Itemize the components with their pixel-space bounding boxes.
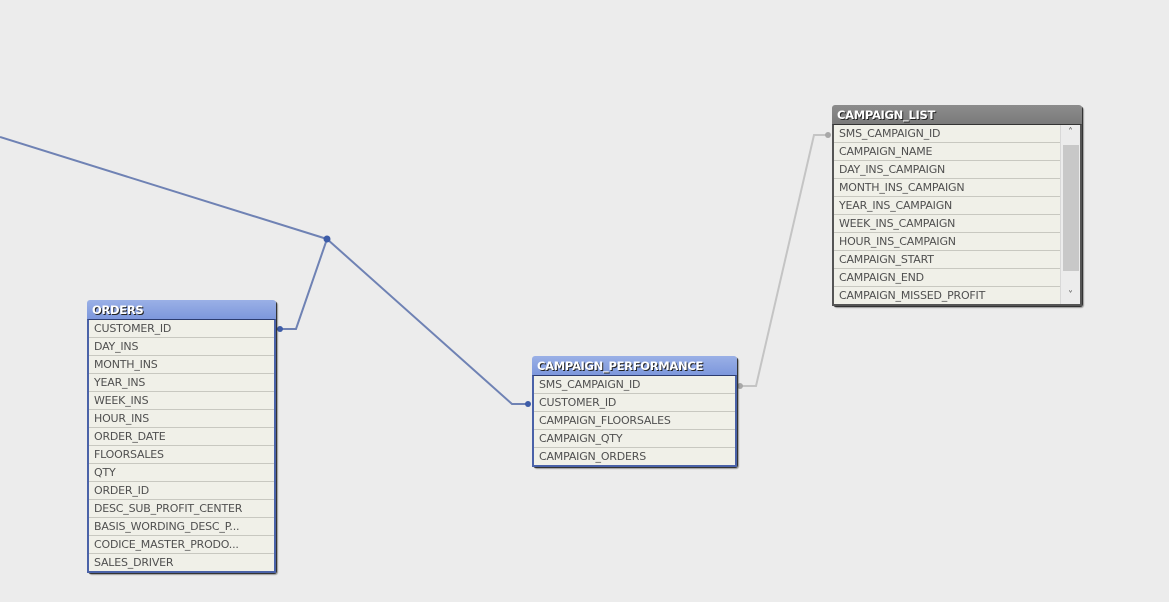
field-row[interactable]: QTY	[89, 464, 274, 482]
field-row[interactable]: CUSTOMER_ID	[89, 320, 274, 338]
field-list: SMS_CAMPAIGN_ID CAMPAIGN_NAME DAY_INS_CAMP…	[832, 124, 1082, 306]
field-row[interactable]: HOUR_INS	[89, 410, 274, 428]
table-campaign-list[interactable]: CAMPAIGN_LIST SMS_CAMPAIGN_ID CAMPAIGN_NA…	[832, 105, 1082, 306]
field-row[interactable]: MONTH_INS	[89, 356, 274, 374]
link-junction-to-orders	[280, 238, 328, 330]
junction-node[interactable]	[323, 235, 331, 243]
field-row[interactable]: SALES_DRIVER	[89, 554, 274, 571]
scrollbar-thumb[interactable]	[1063, 145, 1079, 271]
link-junction-to-campaign-performance	[326, 238, 528, 405]
field-row[interactable]: DAY_INS_CAMPAIGN	[834, 161, 1061, 179]
field-row[interactable]: CAMPAIGN_ORDERS	[534, 448, 735, 465]
link-offscreen-to-junction	[0, 136, 328, 240]
field-row[interactable]: DESC_SUB_PROFIT_CENTER	[89, 500, 274, 518]
field-row[interactable]: CUSTOMER_ID	[534, 394, 735, 412]
campaign-list-sms-id-connector[interactable]	[825, 132, 831, 138]
link-performance-to-list	[740, 134, 828, 387]
field-row[interactable]: YEAR_INS	[89, 374, 274, 392]
field-row[interactable]: CAMPAIGN_NAME	[834, 143, 1061, 161]
field-list: CUSTOMER_ID DAY_INS MONTH_INS YEAR_INS WEEK_…	[87, 319, 276, 573]
field-row[interactable]: YEAR_INS_CAMPAIGN	[834, 197, 1061, 215]
field-row[interactable]: DAY_INS	[89, 338, 274, 356]
field-row[interactable]: CAMPAIGN_END	[834, 269, 1061, 287]
campaign-performance-sms-id-connector[interactable]	[737, 383, 743, 389]
scrollbar[interactable]: ˄ ˅	[1060, 125, 1080, 304]
field-row[interactable]: CAMPAIGN_START	[834, 251, 1061, 269]
table-campaign-performance[interactable]: CAMPAIGN_PERFORMANCE SMS_CAMPAIGN_ID CUST…	[532, 356, 737, 467]
field-row[interactable]: ORDER_DATE	[89, 428, 274, 446]
field-list: SMS_CAMPAIGN_ID CUSTOMER_ID CAMPAIGN_FLOOR…	[532, 375, 737, 467]
sms-campaign-id-link	[737, 132, 831, 389]
field-row[interactable]: SMS_CAMPAIGN_ID	[834, 125, 1061, 143]
field-row[interactable]: ORDER_ID	[89, 482, 274, 500]
field-row[interactable]: BASIS_WORDING_DESC_P...	[89, 518, 274, 536]
orders-customer-id-connector[interactable]	[277, 326, 283, 332]
table-title[interactable]: CAMPAIGN_LIST	[832, 105, 1082, 124]
field-row[interactable]: CAMPAIGN_MISSED_PROFIT	[834, 287, 1061, 304]
field-row[interactable]: CAMPAIGN_FLOORSALES	[534, 412, 735, 430]
field-row[interactable]: WEEK_INS	[89, 392, 274, 410]
field-row[interactable]: SMS_CAMPAIGN_ID	[534, 376, 735, 394]
table-orders[interactable]: ORDERS CUSTOMER_ID DAY_INS MONTH_INS YEAR_I…	[87, 300, 276, 573]
chevron-down-icon[interactable]: ˅	[1061, 288, 1080, 304]
field-row[interactable]: WEEK_INS_CAMPAIGN	[834, 215, 1061, 233]
field-row[interactable]: HOUR_INS_CAMPAIGN	[834, 233, 1061, 251]
field-row[interactable]: FLOORSALES	[89, 446, 274, 464]
table-title[interactable]: ORDERS	[87, 300, 276, 319]
chevron-up-icon[interactable]: ˄	[1061, 125, 1080, 141]
campaign-performance-customer-id-connector[interactable]	[525, 401, 531, 407]
field-row[interactable]: CAMPAIGN_QTY	[534, 430, 735, 448]
field-row[interactable]: CODICE_MASTER_PRODO...	[89, 536, 274, 554]
field-row[interactable]: MONTH_INS_CAMPAIGN	[834, 179, 1061, 197]
table-title[interactable]: CAMPAIGN_PERFORMANCE	[532, 356, 737, 375]
